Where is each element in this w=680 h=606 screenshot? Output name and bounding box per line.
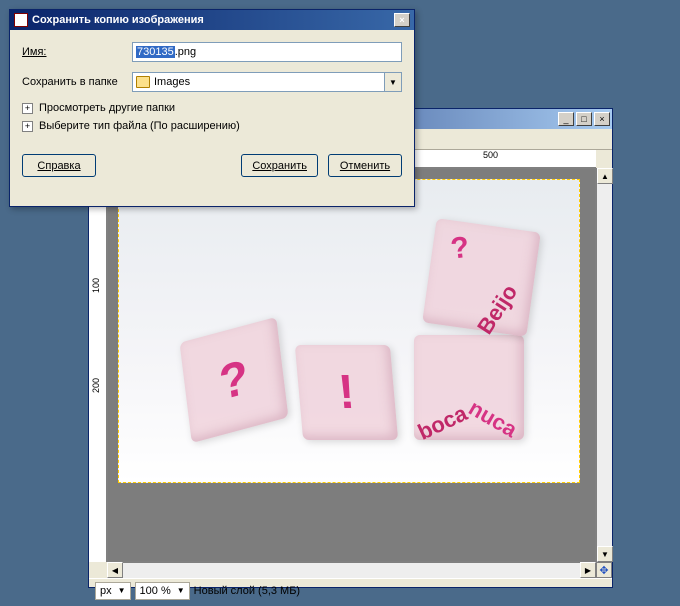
cancel-button-label: Отменить: [340, 160, 390, 172]
chevron-down-icon: ▼: [118, 586, 126, 595]
filename-extension: .png: [175, 46, 196, 58]
canvas-layer-bounds: ? ! boca nuca ? Beijo: [118, 179, 580, 483]
folder-value: Images: [154, 76, 190, 88]
zoom-value[interactable]: 100 % ▼: [135, 582, 190, 600]
navigation-cross-icon[interactable]: ✥: [596, 562, 612, 578]
folder-icon: [136, 76, 150, 88]
close-button[interactable]: ×: [594, 112, 610, 126]
plus-icon: +: [22, 103, 33, 114]
scrollbar-vertical[interactable]: ▲ ▼: [596, 168, 612, 562]
filetype-expander[interactable]: + Выберите тип файла (По расширению): [22, 120, 402, 132]
ruler-v-tick: 100: [91, 278, 101, 293]
browse-other-label: Просмотреть другие папки: [39, 102, 175, 114]
combo-dropdown-button[interactable]: ▼: [384, 73, 401, 91]
dice-4: ? Beijo: [422, 218, 541, 337]
dice-3: boca nuca: [414, 335, 524, 440]
dice-1: ?: [180, 317, 289, 443]
dialog-action-buttons: Сохранить Отменить: [241, 154, 402, 177]
folder-combo[interactable]: Images ▼: [132, 72, 402, 92]
filename-input[interactable]: 730135.png: [132, 42, 402, 62]
dice-4-text-side: Beijo: [472, 280, 523, 339]
dialog-title: Сохранить копию изображения: [32, 14, 392, 26]
cancel-button[interactable]: Отменить: [328, 154, 402, 177]
filename-selected: 730135: [136, 46, 175, 58]
dialog-close-button[interactable]: ×: [394, 13, 410, 27]
maximize-button[interactable]: □: [576, 112, 592, 126]
ruler-h-tick: 500: [483, 150, 498, 160]
scroll-v-track[interactable]: [597, 184, 612, 546]
dice-3-text-right: nuca: [464, 395, 521, 443]
dialog-title-icon: [14, 13, 28, 27]
filetype-label: Выберите тип файла (По расширению): [39, 120, 240, 132]
zoom-controls: 100 % ▼: [135, 582, 190, 600]
scrollbar-horizontal-row: ◀ ▶ ✥: [107, 562, 612, 578]
scroll-up-icon[interactable]: ▲: [597, 168, 613, 184]
canvas-viewport[interactable]: ? ! boca nuca ? Beijo: [107, 168, 596, 562]
dice-3-text-left: boca: [414, 400, 472, 445]
dice-2: !: [295, 345, 398, 440]
name-row: Имя: 730135.png: [22, 42, 402, 62]
help-button[interactable]: Справка: [22, 154, 96, 177]
save-button-label: Сохранить: [252, 160, 307, 172]
unit-label: px: [100, 585, 112, 597]
name-label: Имя:: [22, 46, 132, 58]
save-dialog: Сохранить копию изображения × Имя: 73013…: [9, 9, 415, 207]
canvas-area: 0 100 200 ? ! boca nuca ? Beijo: [89, 168, 612, 562]
browse-other-expander[interactable]: + Просмотреть другие папки: [22, 102, 402, 114]
name-label-text: Имя:: [22, 46, 46, 58]
ruler-vertical: 0 100 200: [89, 168, 107, 562]
scroll-left-icon[interactable]: ◀: [107, 562, 123, 578]
folder-row: Сохранить в папке Images ▼: [22, 72, 402, 92]
help-button-label: Справка: [37, 160, 80, 172]
canvas-image: ? ! boca nuca ? Beijo: [119, 180, 579, 482]
chevron-down-icon: ▼: [177, 586, 185, 595]
zoom-text: 100 %: [140, 585, 171, 597]
scroll-right-icon[interactable]: ▶: [580, 562, 596, 578]
minimize-button[interactable]: _: [558, 112, 574, 126]
scroll-h-track[interactable]: [123, 562, 580, 578]
statusbar: px ▼ 100 % ▼ Новый слой (5,3 МБ): [89, 578, 612, 602]
folder-label: Сохранить в папке: [22, 76, 132, 88]
layer-info: Новый слой (5,3 МБ): [194, 585, 300, 597]
dice-4-text-top: ?: [449, 231, 471, 267]
scroll-down-icon[interactable]: ▼: [597, 546, 613, 562]
unit-selector[interactable]: px ▼: [95, 582, 131, 600]
plus-icon: +: [22, 121, 33, 132]
dialog-body: Имя: 730135.png Сохранить в папке Images…: [10, 30, 414, 146]
dialog-titlebar[interactable]: Сохранить копию изображения ×: [10, 10, 414, 30]
ruler-v-tick: 200: [91, 378, 101, 393]
dialog-buttons: Справка Сохранить Отменить: [10, 146, 414, 185]
save-button[interactable]: Сохранить: [241, 154, 318, 177]
